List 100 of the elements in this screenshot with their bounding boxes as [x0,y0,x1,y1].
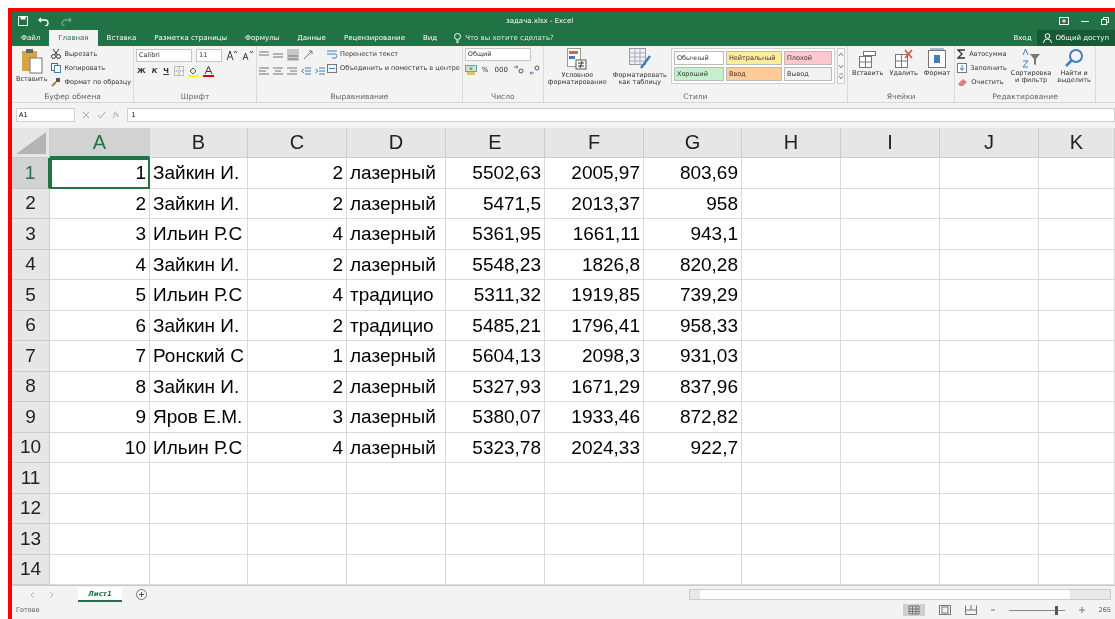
column-header[interactable]: E [446,128,545,158]
row-header[interactable]: 6 [12,310,50,341]
grow-font-icon[interactable] [226,50,239,60]
row-header[interactable]: 1 [12,158,50,189]
currency-icon[interactable] [464,65,477,75]
gallery-scroll-icon[interactable] [836,48,845,84]
align-right-icon[interactable] [287,66,298,76]
sigma-icon [957,49,967,59]
column-header[interactable]: I [841,128,940,158]
column-header[interactable]: A [50,128,150,158]
page-break-icon[interactable] [964,605,977,615]
row-header[interactable]: 5 [12,280,50,311]
table-cell: 1671,29 [545,371,644,402]
borders-icon[interactable] [174,66,185,76]
column-header[interactable]: G [644,128,742,158]
search-icon [1064,48,1085,68]
merge-icon [327,63,338,73]
scissors-icon [51,49,62,59]
fill-color-icon[interactable] [188,65,200,77]
column-header[interactable]: C [248,128,347,158]
row-header[interactable]: 10 [12,432,50,463]
row-header[interactable]: 2 [12,188,50,219]
table-cell: Ронский С [150,341,248,372]
table-cell: лазерный [347,219,446,250]
zoom-slider[interactable] [1008,605,1065,615]
table-cell: 5548,23 [446,249,545,280]
table-cell: 3 [248,402,347,433]
table-cell: 837,96 [644,371,742,402]
increase-decimal-icon[interactable] [512,65,525,75]
person-icon [1043,33,1053,43]
middle-align-icon[interactable] [273,50,284,60]
sort-funnel-icon [1021,48,1042,68]
table-cell: 4 [248,432,347,463]
select-all-icon[interactable] [16,132,46,154]
table-cell: 1796,41 [545,310,644,341]
table-cell: 2013,37 [545,188,644,219]
column-header[interactable]: F [545,128,644,158]
table-cell: лазерный [347,341,446,372]
table-cell: 872,82 [644,402,742,433]
brush-icon [51,77,62,87]
align-center-icon[interactable] [273,66,284,76]
page-layout-icon[interactable] [938,605,951,615]
table-cell: 4 [248,280,347,311]
add-sheet-icon[interactable] [135,589,147,600]
wrap-icon [327,49,338,59]
table-cell: традицио [347,280,446,311]
undo-icon[interactable] [38,16,50,26]
table-cell: 943,1 [644,219,742,250]
zoom-in-icon[interactable] [1078,607,1085,613]
table-cell: лазерный [347,402,446,433]
table-cell: лазерный [347,371,446,402]
decrease-decimal-icon[interactable] [528,65,541,75]
row-header[interactable]: 3 [12,219,50,250]
redo-icon[interactable] [60,16,72,26]
normal-view-icon[interactable] [902,604,925,616]
column-header[interactable]: J [940,128,1039,158]
slider-thumb[interactable] [1055,605,1059,615]
restore-icon[interactable] [1101,17,1109,25]
row-header[interactable]: 4 [12,249,50,280]
orientation-icon[interactable] [303,50,315,60]
increase-indent-icon[interactable] [315,66,326,76]
align-left-icon[interactable] [259,66,270,76]
next-sheet-icon[interactable] [49,591,54,598]
horizontal-scrollbar[interactable] [689,589,1111,600]
table-cell: 2 [248,310,347,341]
bottom-align-icon[interactable] [287,49,300,61]
table-cell: Ильин Р.С [150,280,248,311]
shrink-font-icon[interactable] [242,50,255,60]
row-header[interactable]: 8 [12,371,50,402]
table-cell: 958,33 [644,310,742,341]
row-header[interactable]: 14 [12,554,50,585]
table-cell: 5380,07 [446,402,545,433]
table-cell: 1661,11 [545,219,644,250]
row-header[interactable]: 7 [12,341,50,372]
column-header[interactable]: H [742,128,841,158]
row-header[interactable]: 12 [12,493,50,524]
table-cell: 5361,95 [446,219,545,250]
table-cell: 5471,5 [446,188,545,219]
table-cell: 7 [50,341,150,372]
column-header[interactable]: D [347,128,446,158]
prev-sheet-icon[interactable] [30,591,35,598]
ribbon-display-icon[interactable] [1059,17,1069,25]
table-cell: 2005,97 [545,158,644,189]
table-cell: 9 [50,402,150,433]
column-header[interactable]: B [150,128,248,158]
table-cell: 2024,33 [545,432,644,463]
table-cell: лазерный [347,158,446,189]
table-cell: 5604,13 [446,341,545,372]
font-color-icon[interactable] [203,65,215,77]
table-cell: 5323,78 [446,432,545,463]
row-header[interactable]: 13 [12,524,50,555]
row-header[interactable]: 11 [12,463,50,494]
row-header[interactable]: 9 [12,402,50,433]
table-cell: лазерный [347,432,446,463]
column-header[interactable]: K [1039,128,1115,158]
table-cell: 958 [644,188,742,219]
check-icon[interactable] [97,111,106,119]
save-icon[interactable] [18,16,28,26]
decrease-indent-icon[interactable] [301,66,312,76]
cancel-icon[interactable] [82,111,90,119]
